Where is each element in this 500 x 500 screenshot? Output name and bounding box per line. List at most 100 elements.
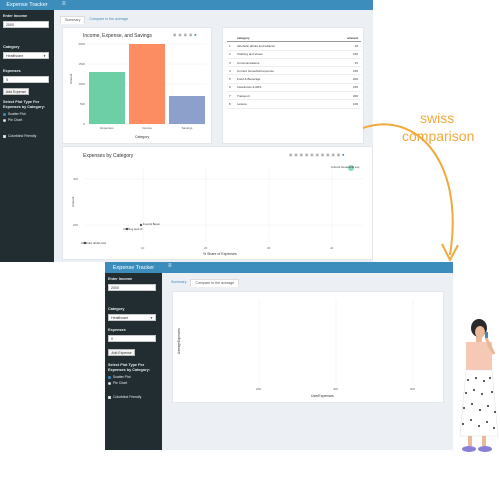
bar-ytick: 1500	[78, 62, 85, 66]
neck-shape	[476, 337, 482, 342]
table-cell: 150	[352, 52, 358, 57]
expense-label: Expenses	[3, 69, 21, 73]
bar-ytick: 1000	[78, 82, 85, 86]
face-shape	[475, 326, 485, 338]
scatter-svg	[83, 165, 363, 245]
table-cell: 200	[352, 77, 358, 82]
table-cell: Food & Beverage	[237, 77, 261, 82]
scatter-ytick: 200	[73, 223, 79, 227]
chevron-down-icon: ▼	[43, 53, 46, 58]
colorblind-checkbox[interactable]: Colorblind Friendly	[108, 395, 141, 399]
radio-dot	[3, 118, 6, 122]
table-cell: 100	[352, 102, 358, 107]
table-row[interactable]: 2 Clothing and shoes 150	[227, 51, 361, 59]
table-cell: 15	[354, 60, 358, 65]
compare-xlabel: UserExpenses	[311, 394, 334, 398]
compare-ylabel: AverageExpenses	[177, 328, 181, 354]
table-cell: 6	[229, 85, 231, 90]
scatter-annotation: Alcoholic drinks and	[81, 241, 106, 245]
category-select[interactable]: Healthcare ▼	[3, 52, 49, 59]
scatter-panel: Expenses by Category ▣ ▣ ▣ ▣ ▣ ▣ ▣ ▣ ▣ ▣…	[62, 146, 373, 260]
expense-input[interactable]: 5	[3, 76, 49, 83]
table-row[interactable]: 6 Insurances & ARS 150	[227, 84, 361, 93]
bar-savings[interactable]	[169, 96, 205, 124]
checkbox-box	[108, 395, 111, 399]
radio-label: Scatter Plot	[113, 375, 131, 379]
bar-ytick: 2000	[78, 42, 85, 46]
radio-pie[interactable]: Pie Chart	[3, 118, 22, 122]
compare-xtick: 200	[256, 387, 262, 391]
table-cell: Alcoholic drinks and tobacco	[237, 43, 276, 48]
scatter-ytick: 400	[73, 177, 79, 181]
table-cell: Transport	[237, 93, 250, 98]
bar-xtick: Income	[142, 126, 152, 130]
bar-ylabel: Amount	[69, 73, 73, 84]
tab-compare[interactable]: Compare to the average	[85, 16, 132, 24]
scatter-xlabel: % Share of Expenses	[203, 252, 237, 256]
table-cell: Clothing and shoes	[237, 52, 263, 57]
radio-label: Pie Chart	[113, 381, 128, 385]
table-header: category amount	[227, 34, 361, 43]
table-row[interactable]: 3 Communications 15	[227, 59, 361, 68]
bottom-screenshot: Expense Tracker Enter Income 2000 Catego…	[105, 262, 453, 450]
colorblind-checkbox[interactable]: Colorblind Friendly	[3, 134, 36, 138]
top-navbar: ≡	[162, 262, 453, 273]
table-header-cell[interactable]: amount	[343, 36, 361, 40]
shoe-shape	[478, 446, 492, 452]
leg-shape	[468, 436, 472, 446]
tab-summary[interactable]: Summary	[167, 279, 190, 287]
table-cell: 5	[229, 77, 231, 82]
table-cell: Insurances & ARS	[237, 85, 262, 90]
table-row[interactable]: 7 Transport 200	[227, 92, 361, 101]
category-select-value: Healthcare	[111, 315, 129, 320]
plot-type-label: Select Plot Type For Expenses by Categor…	[108, 363, 150, 372]
table-cell: Leisure	[237, 102, 247, 107]
hamburger-icon[interactable]: ≡	[62, 1, 66, 7]
table-row[interactable]: 1 Alcoholic drinks and tobacco 18	[227, 42, 361, 51]
scatter-xtick: 40	[330, 246, 334, 250]
table-cell: Current household expense	[237, 68, 274, 73]
add-expense-button[interactable]: Add Expense	[3, 88, 29, 95]
category-label: Category	[108, 307, 125, 311]
add-expense-button[interactable]: Add Expense	[108, 349, 135, 356]
woman-on-phone-illustration	[459, 319, 499, 452]
radio-pie[interactable]: Pie Chart	[108, 381, 127, 385]
scatter-point[interactable]	[139, 223, 143, 227]
bar-expenses[interactable]	[89, 72, 125, 124]
category-select[interactable]: Healthcare ▼	[108, 314, 156, 321]
radio-dot	[108, 375, 111, 379]
compare-chart-panel: 200 400 600 AverageExpenses UserExpenses	[172, 291, 444, 403]
income-input[interactable]: 2000	[108, 284, 156, 291]
app-title: Expense Tracker	[105, 262, 162, 273]
scatter-ylabel: Amount	[71, 196, 75, 207]
table-header-cell[interactable]: category	[237, 36, 343, 40]
table-row[interactable]: 4 Current household expense 150	[227, 67, 361, 76]
app-title-text: Expense Tracker	[6, 2, 48, 8]
income-input[interactable]: 2000	[3, 21, 49, 28]
radio-dot	[3, 112, 6, 116]
table-cell: 8	[229, 102, 231, 107]
expense-input[interactable]: 0	[108, 335, 156, 342]
scatter-annotation: Clothing and sh	[123, 227, 143, 231]
hamburger-icon[interactable]: ≡	[168, 263, 172, 269]
table-cell: 7	[229, 93, 231, 98]
radio-scatter[interactable]: Scatter Plot	[108, 375, 131, 379]
checkbox-box	[3, 134, 6, 138]
table-cell: 1	[229, 43, 231, 48]
radio-label: Scatter Plot	[8, 112, 26, 116]
radio-scatter[interactable]: Scatter Plot	[3, 112, 26, 116]
compare-chart-svg	[258, 300, 414, 384]
table-row[interactable]: 8 Leisure 100	[227, 100, 361, 109]
top-screenshot: Expense Tracker Enter Income 2000 Catego…	[0, 0, 373, 262]
shoe-shape	[462, 446, 476, 452]
table-row[interactable]: 5 Food & Beverage 200	[227, 75, 361, 84]
compare-xtick: 600	[410, 387, 416, 391]
bar-xtick: Savings	[182, 126, 193, 130]
sidebar: Expense Tracker Enter Income 2000 Catego…	[0, 0, 54, 262]
phone-icon	[485, 332, 488, 338]
table-cell: 2	[229, 52, 231, 57]
tab-summary[interactable]: Summary	[60, 16, 86, 24]
tab-compare[interactable]: Compare to the average	[190, 279, 240, 287]
bar-income[interactable]	[129, 44, 165, 124]
plot-type-label: Select Plot Type For Expenses by Categor…	[3, 100, 45, 109]
